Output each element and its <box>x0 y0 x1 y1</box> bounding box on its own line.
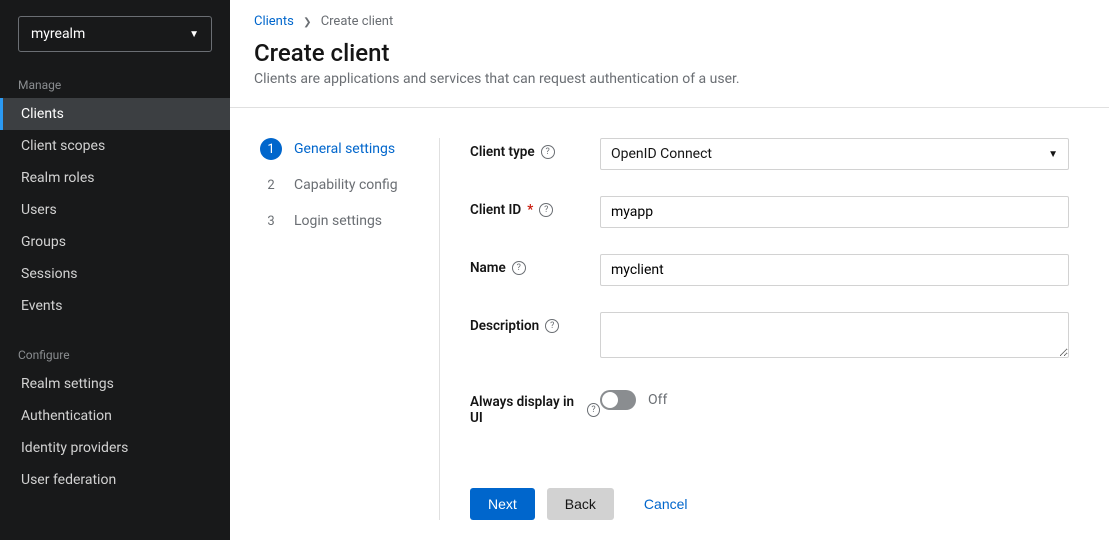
description-input[interactable] <box>600 312 1069 358</box>
realm-selector[interactable]: myrealm ▼ <box>18 16 212 52</box>
help-icon[interactable]: ? <box>587 403 600 417</box>
label-client-type: Client type ? <box>470 138 600 160</box>
step-number: 1 <box>260 138 282 160</box>
toggle-state-label: Off <box>648 392 667 408</box>
name-input[interactable] <box>600 254 1069 286</box>
nav-item-authentication[interactable]: Authentication <box>0 400 230 432</box>
help-icon[interactable]: ? <box>512 261 526 275</box>
nav-item-user-federation[interactable]: User federation <box>0 464 230 496</box>
breadcrumb-parent[interactable]: Clients <box>254 14 294 29</box>
client-type-select[interactable]: OpenID Connect ▼ <box>600 138 1069 170</box>
breadcrumb-current: Create client <box>321 14 394 29</box>
chevron-right-icon: ❯ <box>303 17 311 28</box>
client-type-value: OpenID Connect <box>611 146 712 162</box>
step-number: 3 <box>260 210 282 232</box>
nav-item-clients[interactable]: Clients <box>0 98 230 130</box>
wizard-step-login-settings[interactable]: 3 Login settings <box>260 210 419 232</box>
step-label: General settings <box>294 141 395 157</box>
back-button[interactable]: Back <box>547 488 614 520</box>
cancel-button[interactable]: Cancel <box>626 488 706 520</box>
help-icon[interactable]: ? <box>541 145 555 159</box>
wizard-footer: Next Back Cancel <box>470 468 1069 520</box>
page-header: Create client Clients are applications a… <box>230 29 1109 108</box>
nav-item-realm-settings[interactable]: Realm settings <box>0 368 230 400</box>
form-area: Client type ? OpenID Connect ▼ Client ID… <box>440 138 1069 520</box>
wizard-step-capability-config[interactable]: 2 Capability config <box>260 174 419 196</box>
label-always-display: Always display in UI ? <box>470 388 600 426</box>
nav-item-realm-roles[interactable]: Realm roles <box>0 162 230 194</box>
client-id-input[interactable] <box>600 196 1069 228</box>
nav-item-groups[interactable]: Groups <box>0 226 230 258</box>
nav-item-events[interactable]: Events <box>0 290 230 322</box>
step-label: Login settings <box>294 213 382 229</box>
help-icon[interactable]: ? <box>545 319 559 333</box>
label-description: Description ? <box>470 312 600 334</box>
nav-item-client-scopes[interactable]: Client scopes <box>0 130 230 162</box>
nav-section-manage: Manage <box>0 70 230 98</box>
nav-item-sessions[interactable]: Sessions <box>0 258 230 290</box>
sidebar: myrealm ▼ Manage Clients Client scopes R… <box>0 0 230 540</box>
nav-section-configure: Configure <box>0 340 230 368</box>
always-display-toggle[interactable] <box>600 390 636 410</box>
wizard-step-general-settings[interactable]: 1 General settings <box>260 138 419 160</box>
nav-item-identity-providers[interactable]: Identity providers <box>0 432 230 464</box>
realm-name: myrealm <box>31 26 85 42</box>
nav-item-users[interactable]: Users <box>0 194 230 226</box>
wizard-nav: 1 General settings 2 Capability config 3… <box>260 138 440 520</box>
caret-down-icon: ▼ <box>189 29 199 40</box>
next-button[interactable]: Next <box>470 488 535 520</box>
page-title: Create client <box>254 39 1085 67</box>
step-number: 2 <box>260 174 282 196</box>
caret-down-icon: ▼ <box>1048 149 1058 160</box>
required-marker: * <box>527 202 533 218</box>
page-description: Clients are applications and services th… <box>254 71 1085 87</box>
label-name: Name ? <box>470 254 600 276</box>
label-client-id: Client ID * ? <box>470 196 600 218</box>
breadcrumb: Clients ❯ Create client <box>230 0 1109 29</box>
main: Clients ❯ Create client Create client Cl… <box>230 0 1109 540</box>
help-icon[interactable]: ? <box>539 203 553 217</box>
step-label: Capability config <box>294 177 398 193</box>
